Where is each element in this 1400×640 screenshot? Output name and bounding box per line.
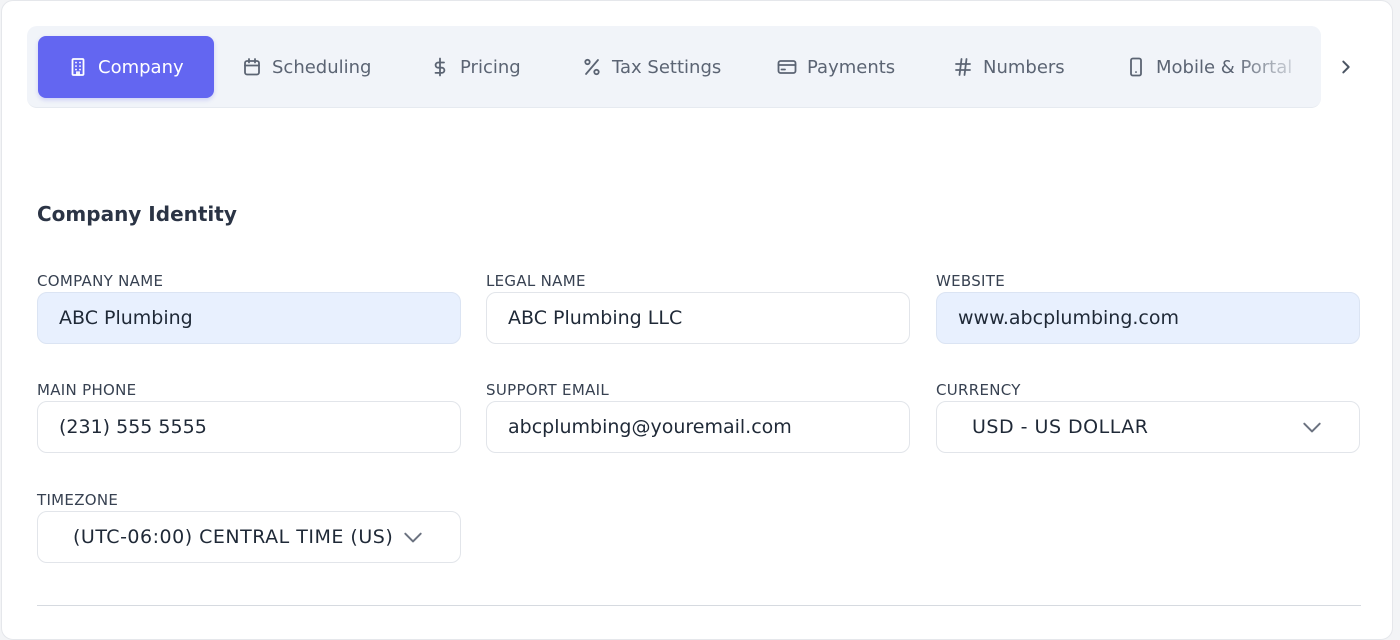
company-name-input[interactable]: ABC Plumbing <box>37 292 461 344</box>
tab-payments[interactable]: Payments <box>777 36 895 98</box>
tab-scheduling-label: Scheduling <box>272 56 372 78</box>
calendar-icon <box>242 57 262 77</box>
chevron-down-icon <box>1301 416 1323 438</box>
tab-company-label: Company <box>98 56 184 78</box>
main-phone-input[interactable]: (231) 555 5555 <box>37 401 461 453</box>
tab-company[interactable]: Company <box>38 36 214 98</box>
settings-card: Company Scheduling Pricing Tax Settings <box>1 0 1393 640</box>
tab-scheduling[interactable]: Scheduling <box>242 36 371 98</box>
hash-icon <box>953 57 973 77</box>
website-input[interactable]: www.abcplumbing.com <box>936 292 1360 344</box>
tab-numbers[interactable]: Numbers <box>953 36 1065 98</box>
tab-mobile-portal[interactable]: Mobile & Portal <box>1126 36 1292 98</box>
smartphone-icon <box>1126 57 1146 77</box>
building-icon <box>68 57 88 77</box>
chevron-down-icon <box>402 526 424 548</box>
percent-icon <box>582 57 602 77</box>
tabs-scroll-right-button[interactable] <box>1332 51 1360 83</box>
tab-numbers-label: Numbers <box>983 56 1065 78</box>
settings-tab-bar: Company Scheduling Pricing Tax Settings <box>27 26 1321 108</box>
legal-name-value: ABC Plumbing LLC <box>508 307 683 329</box>
support-email-input[interactable]: abcplumbing@youremail.com <box>486 401 910 453</box>
tab-pricing[interactable]: Pricing <box>430 36 521 98</box>
website-label: Website <box>936 272 1006 290</box>
section-title: Company Identity <box>37 202 237 226</box>
company-name-value: ABC Plumbing <box>59 307 193 329</box>
legal-name-label: Legal Name <box>486 272 586 290</box>
legal-name-input[interactable]: ABC Plumbing LLC <box>486 292 910 344</box>
chevron-right-icon <box>1337 58 1355 76</box>
company-name-label: Company Name <box>37 272 164 290</box>
tab-payments-label: Payments <box>807 56 896 78</box>
timezone-value: (UTC-06:00) CENTRAL TIME (US) <box>73 526 394 548</box>
tab-tax-settings[interactable]: Tax Settings <box>582 36 721 98</box>
currency-select[interactable]: USD - US DOLLAR <box>936 401 1360 453</box>
tab-pricing-label: Pricing <box>460 56 521 78</box>
main-phone-value: (231) 555 5555 <box>59 416 207 438</box>
support-email-label: Support Email <box>486 381 610 399</box>
timezone-label: Timezone <box>37 491 119 509</box>
currency-value: USD - US DOLLAR <box>972 416 1149 438</box>
credit-card-icon <box>777 57 797 77</box>
timezone-select[interactable]: (UTC-06:00) CENTRAL TIME (US) <box>37 511 461 563</box>
tab-tax-settings-label: Tax Settings <box>612 56 722 78</box>
main-phone-label: Main Phone <box>37 381 137 399</box>
dollar-icon <box>430 57 450 77</box>
website-value: www.abcplumbing.com <box>958 307 1180 329</box>
support-email-value: abcplumbing@youremail.com <box>508 416 792 438</box>
section-divider <box>37 605 1361 606</box>
currency-label: Currency <box>936 381 1021 399</box>
tab-mobile-portal-label: Mobile & Portal <box>1156 56 1293 78</box>
